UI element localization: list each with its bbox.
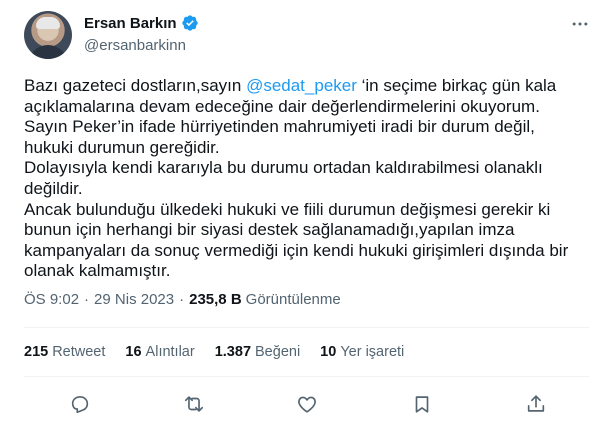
tweet-text: Bazı gazeteci dostların,sayın @sedat_pek… [24, 76, 589, 282]
tweet-line: bunun için herhangi bir siyasi destek sa… [24, 220, 515, 240]
tweet-line: Bazı gazeteci dostların,sayın @sedat_pek… [24, 76, 589, 97]
quotes-label: Alıntılar [145, 344, 195, 360]
tweet-line: kampanyaları da sonuç vermediği için ken… [24, 240, 569, 260]
reply-icon [71, 396, 89, 414]
heart-icon [298, 396, 316, 413]
likes-label: Beğeni [255, 344, 301, 360]
tweet-card: Ersan Barkın @ersanbarkinn Bazı gazeteci… [0, 0, 611, 429]
quotes-stat[interactable]: 16 Alıntılar [125, 344, 194, 360]
divider [24, 376, 589, 377]
tweet-text-segment: ‘in seçime birkaç gün kala [356, 76, 557, 95]
share-icon [527, 395, 545, 412]
retweets-count: 215 [24, 344, 49, 360]
meta-separator: · [179, 291, 185, 308]
retweet-button[interactable] [182, 392, 206, 416]
tweet-line: Sayın Peker’in ifade hürriyetinden mahru… [24, 117, 535, 137]
tweet-line: hukuki durumun gereğidir. [24, 137, 220, 157]
quotes-count: 16 [125, 344, 142, 360]
tweet-time[interactable]: ÖS 9:02 [24, 291, 79, 308]
divider [24, 327, 589, 328]
tweet-line: Ancak bulunduğu ülkedeki hukuki ve fiili… [24, 199, 551, 219]
bookmarks-label: Yer işareti [340, 344, 405, 360]
avatar-hair [36, 17, 60, 29]
bookmark-button[interactable] [410, 392, 434, 416]
retweets-label: Retweet [52, 344, 106, 360]
tweet-line: Dolayısıyla kendi kararıyla bu durumu or… [24, 158, 543, 178]
retweet-icon [184, 396, 204, 412]
bookmarks-stat[interactable]: 10 Yer işareti [320, 344, 404, 360]
more-button[interactable] [569, 14, 591, 34]
avatar-body [28, 45, 68, 59]
tweet-date[interactable]: 29 Nis 2023 [94, 291, 174, 308]
views-label: Görüntülenme [245, 291, 341, 308]
tweet-line: değildir. [24, 178, 83, 198]
views-count: 235,8 B [189, 291, 242, 308]
share-button[interactable] [524, 392, 548, 416]
tweet-line: olanak kalmamıştır. [24, 261, 171, 281]
verified-badge-icon [181, 15, 198, 31]
engagement-stats: 215 Retweet 16 Alıntılar 1.387 Beğeni 10 Yer… [24, 344, 424, 360]
author-name-row: Ersan Barkın [84, 14, 199, 32]
author-name[interactable]: Ersan Barkın [84, 15, 177, 32]
tweet-line: açıklamalarına devam edeceğine dair değe… [24, 96, 540, 116]
meta-separator: · [84, 291, 90, 308]
action-bar [24, 392, 589, 416]
likes-stat[interactable]: 1.387 Beğeni [215, 344, 300, 360]
tweet-meta: ÖS 9:02 · 29 Nis 2023 · 235,8 B Görüntül… [24, 291, 341, 308]
tweet-text-segment: Bazı gazeteci dostların,sayın [24, 76, 247, 95]
retweets-stat[interactable]: 215 Retweet [24, 344, 105, 360]
reply-button[interactable] [68, 392, 92, 416]
avatar[interactable] [24, 11, 72, 59]
more-icon [572, 22, 588, 26]
bookmark-icon [415, 396, 429, 413]
author-handle[interactable]: @ersanbarkinn [84, 37, 186, 54]
mention-link[interactable]: @sedat_peker [246, 76, 357, 95]
like-button[interactable] [295, 392, 319, 416]
likes-count: 1.387 [214, 344, 252, 360]
bookmarks-count: 10 [320, 344, 337, 360]
